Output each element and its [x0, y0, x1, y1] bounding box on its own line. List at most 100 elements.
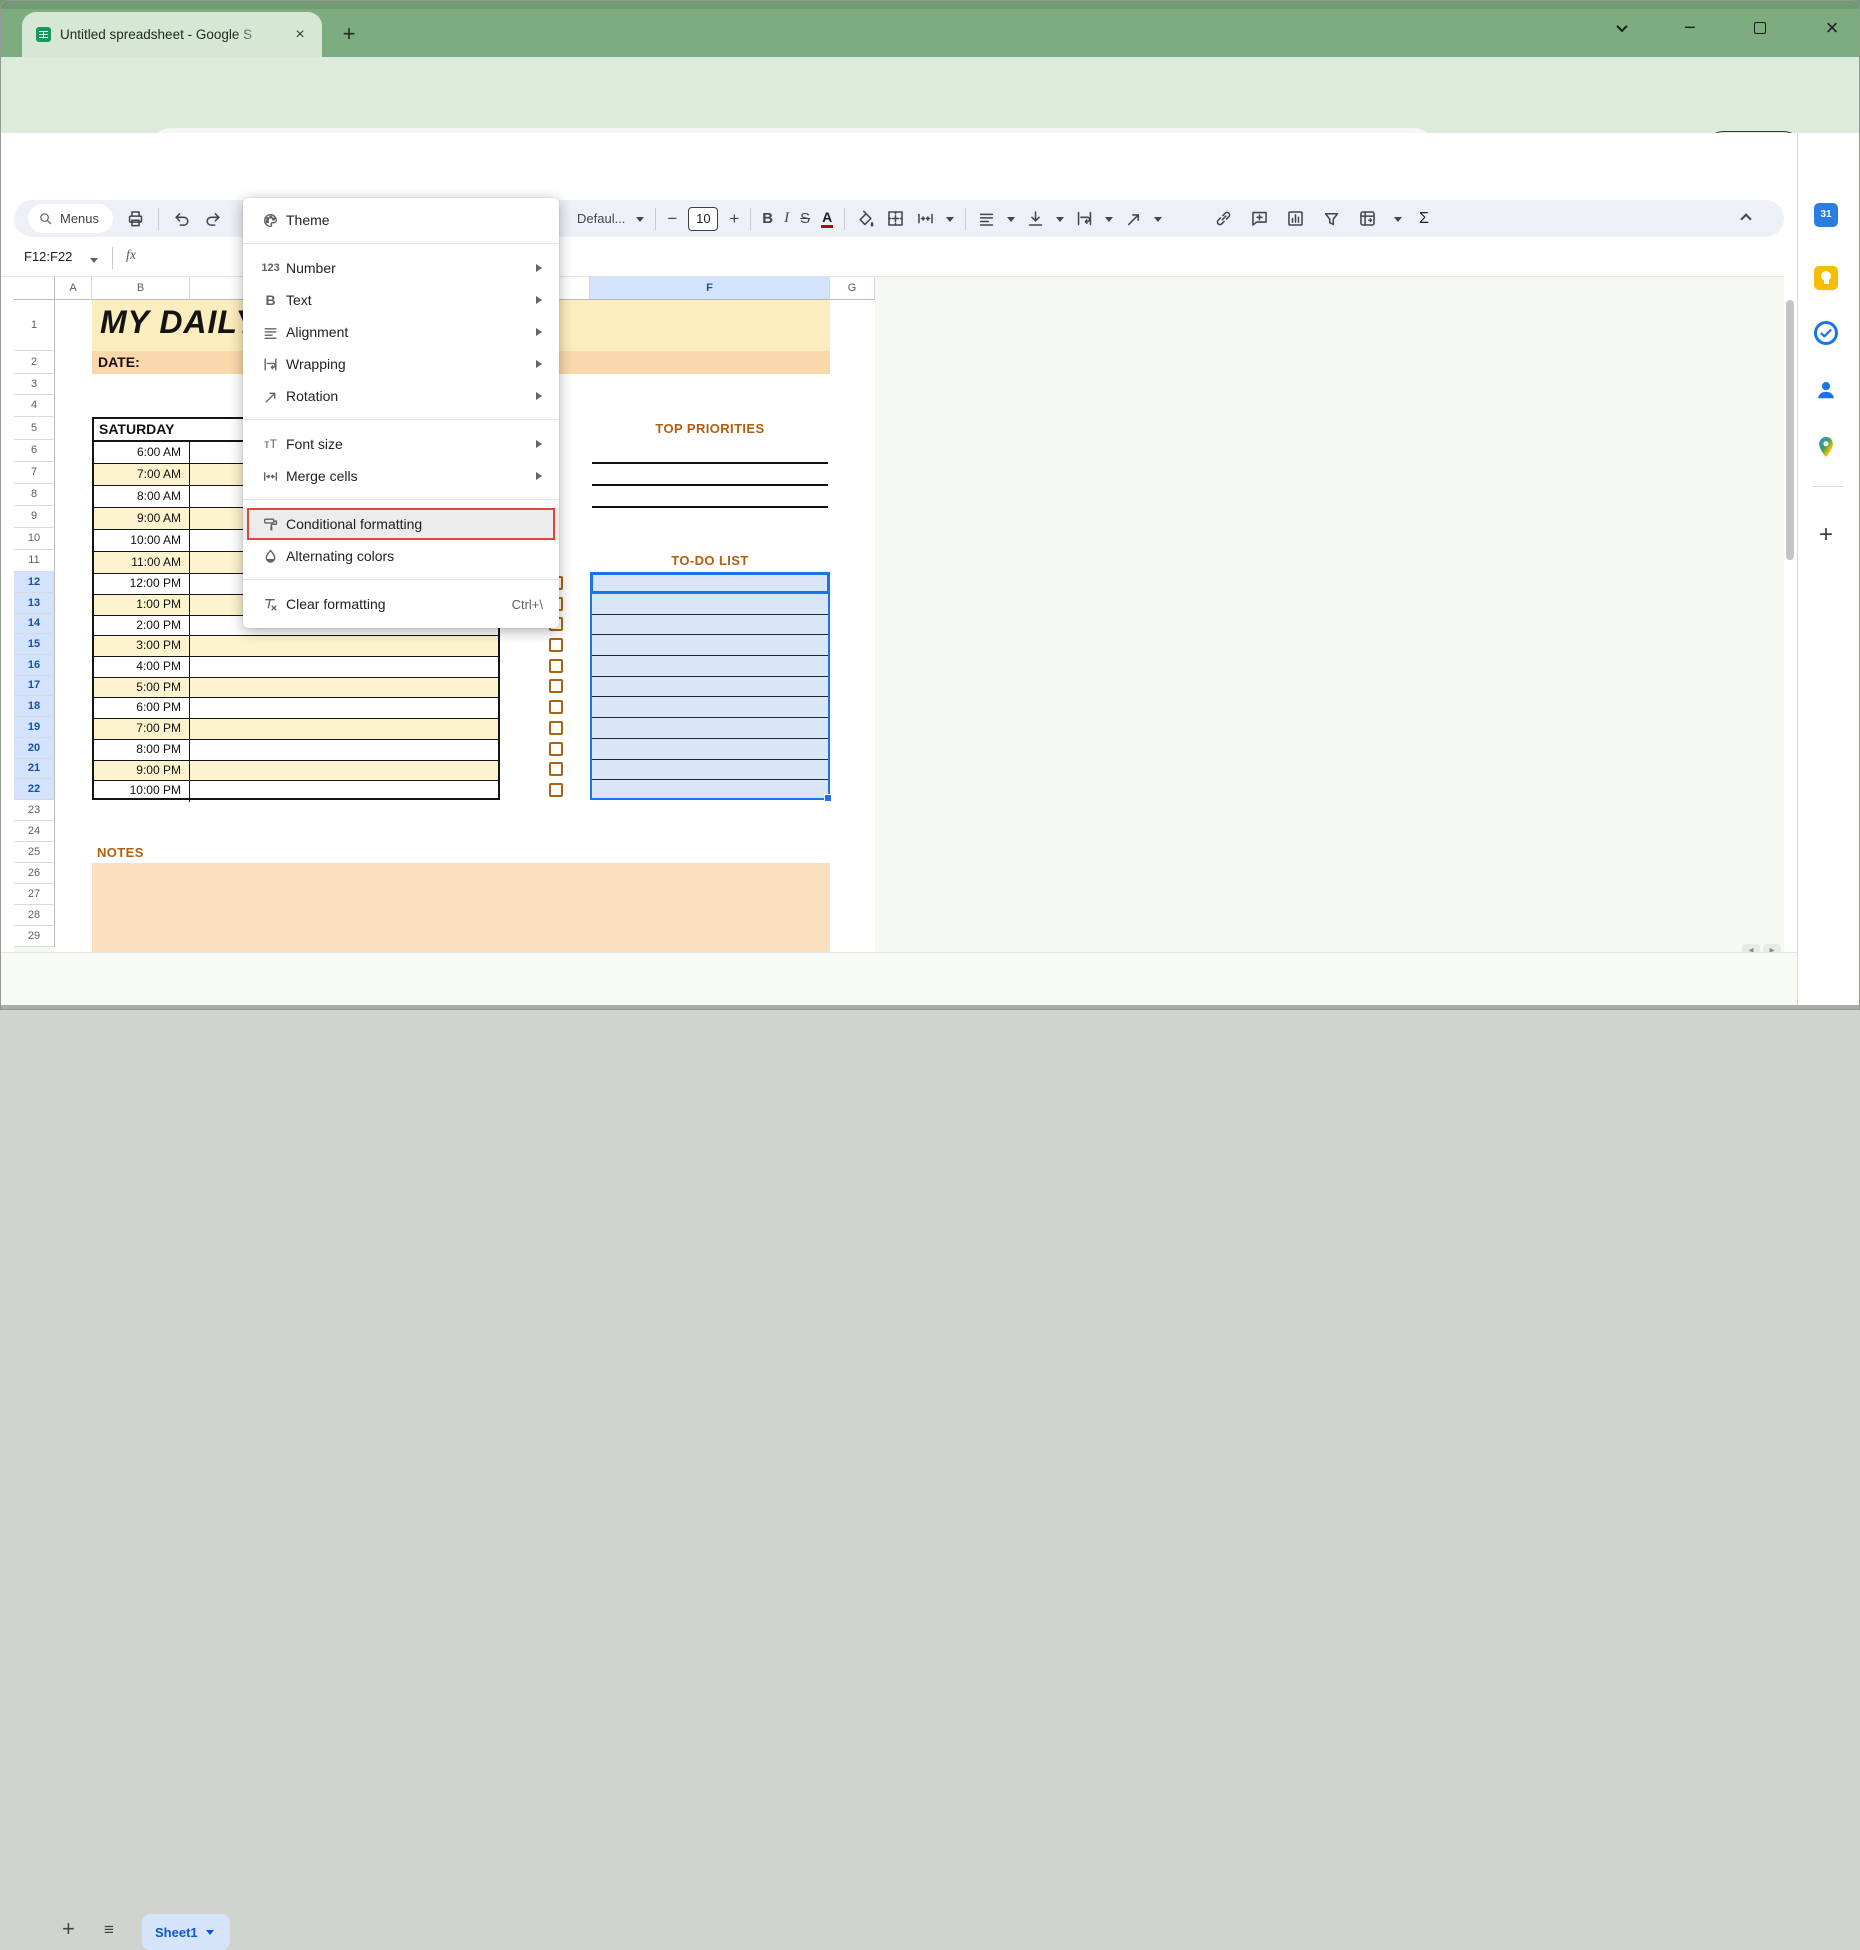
print-icon[interactable]	[126, 209, 145, 228]
todo-checkbox[interactable]	[549, 742, 563, 756]
text-rotation-icon[interactable]	[1124, 209, 1143, 228]
format-menu-item-alignment[interactable]: Alignment	[243, 316, 559, 348]
pivot-dropdown-icon[interactable]	[1394, 217, 1402, 226]
font-name-select[interactable]: Defaul...	[577, 211, 625, 226]
format-menu-item-clear-formatting[interactable]: Clear formattingCtrl+\	[243, 588, 559, 620]
increase-font-icon[interactable]: +	[729, 209, 739, 229]
format-menu-item-wrapping[interactable]: Wrapping	[243, 348, 559, 380]
time-cell[interactable]: 2:00 PM	[94, 616, 190, 635]
insert-link-icon[interactable]	[1214, 209, 1233, 228]
row-header-4[interactable]: 4	[14, 395, 55, 417]
merge-cells-icon[interactable]	[916, 209, 935, 228]
time-cell[interactable]: 9:00 AM	[94, 508, 190, 529]
column-header-B[interactable]: B	[92, 277, 190, 300]
name-box[interactable]: F12:F22	[24, 249, 72, 264]
row-header-22[interactable]: 22	[14, 779, 55, 800]
row-header-15[interactable]: 15	[14, 634, 55, 655]
functions-sigma-icon[interactable]: Σ	[1419, 210, 1429, 228]
rotation-dropdown-icon[interactable]	[1154, 217, 1162, 226]
priority-line[interactable]	[592, 484, 828, 486]
column-header-F[interactable]: F	[590, 277, 830, 300]
borders-icon[interactable]	[886, 209, 905, 228]
tab-close-icon[interactable]: ×	[290, 25, 310, 45]
new-tab-button[interactable]: +	[336, 22, 362, 48]
time-cell[interactable]: 10:00 PM	[94, 781, 190, 802]
schedule-row[interactable]: 7:00 PM	[94, 719, 498, 740]
window-close-button[interactable]: ×	[1814, 14, 1850, 42]
window-maximize-button[interactable]	[1742, 14, 1778, 42]
selection-fill-handle[interactable]	[824, 794, 832, 802]
column-header-G[interactable]: G	[830, 277, 875, 300]
todo-checkbox[interactable]	[549, 638, 563, 652]
row-header-2[interactable]: 2	[14, 351, 55, 374]
row-header-18[interactable]: 18	[14, 696, 55, 717]
font-size-input[interactable]: 10	[688, 207, 718, 231]
collapse-toolbar-icon[interactable]	[1740, 213, 1751, 224]
row-header-29[interactable]: 29	[14, 926, 55, 947]
select-all-corner[interactable]	[14, 277, 55, 300]
row-header-27[interactable]: 27	[14, 884, 55, 905]
time-cell[interactable]: 7:00 PM	[94, 719, 190, 739]
priority-line[interactable]	[592, 506, 828, 508]
time-cell[interactable]: 7:00 AM	[94, 464, 190, 485]
schedule-row[interactable]: 6:00 PM	[94, 698, 498, 719]
format-menu-item-theme[interactable]: Theme	[243, 204, 559, 236]
format-menu-item-rotation[interactable]: Rotation	[243, 380, 559, 412]
row-header-8[interactable]: 8	[14, 484, 55, 506]
window-minimize-button[interactable]: −	[1672, 14, 1708, 42]
get-add-ons-icon[interactable]: +	[1814, 523, 1838, 547]
redo-icon[interactable]	[204, 209, 223, 228]
time-cell[interactable]: 10:00 AM	[94, 530, 190, 551]
format-menu-item-number[interactable]: 123Number	[243, 252, 559, 284]
browser-tab[interactable]: Untitled spreadsheet - Google S ×	[22, 12, 322, 57]
insert-comment-icon[interactable]	[1250, 209, 1269, 228]
font-dropdown-icon[interactable]	[636, 217, 644, 226]
row-header-11[interactable]: 11	[14, 550, 55, 572]
row-header-20[interactable]: 20	[14, 738, 55, 759]
insert-chart-icon[interactable]	[1286, 209, 1305, 228]
row-header-10[interactable]: 10	[14, 528, 55, 550]
column-header-A[interactable]: A	[55, 277, 92, 300]
text-wrap-icon[interactable]	[1075, 209, 1094, 228]
italic-icon[interactable]: I	[784, 210, 789, 227]
row-header-9[interactable]: 9	[14, 506, 55, 528]
filter-icon[interactable]	[1322, 209, 1341, 228]
priority-line[interactable]	[592, 462, 828, 464]
menus-search-button[interactable]: Menus	[28, 204, 113, 233]
todo-checkbox[interactable]	[549, 679, 563, 693]
wrap-dropdown-icon[interactable]	[1105, 217, 1113, 226]
schedule-row[interactable]: 10:00 PM	[94, 781, 498, 802]
time-cell[interactable]: 8:00 PM	[94, 740, 190, 760]
schedule-row[interactable]: 3:00 PM	[94, 636, 498, 657]
keep-icon[interactable]	[1814, 266, 1838, 290]
row-header-17[interactable]: 17	[14, 676, 55, 696]
time-cell[interactable]: 11:00 AM	[94, 552, 190, 573]
schedule-row[interactable]: 4:00 PM	[94, 657, 498, 678]
todo-selected-range[interactable]	[590, 572, 830, 800]
todo-checkbox[interactable]	[549, 700, 563, 714]
decrease-font-icon[interactable]: −	[667, 209, 677, 229]
row-header-26[interactable]: 26	[14, 863, 55, 884]
row-header-23[interactable]: 23	[14, 800, 55, 821]
todo-checkbox[interactable]	[549, 721, 563, 735]
horizontal-align-icon[interactable]	[977, 209, 996, 228]
text-color-icon[interactable]: A	[821, 210, 833, 228]
format-menu-item-merge-cells[interactable]: Merge cells	[243, 460, 559, 492]
top-priorities-title-cell[interactable]: TOP PRIORITIES	[590, 421, 830, 436]
time-cell[interactable]: 4:00 PM	[94, 657, 190, 677]
todo-checkbox[interactable]	[549, 783, 563, 797]
active-cell-f12[interactable]	[590, 572, 830, 594]
vertical-scrollbar[interactable]	[1786, 300, 1794, 560]
row-header-5[interactable]: 5	[14, 417, 55, 440]
undo-icon[interactable]	[172, 209, 191, 228]
row-header-12[interactable]: 12	[14, 572, 55, 593]
time-cell[interactable]: 5:00 PM	[94, 678, 190, 697]
schedule-row[interactable]: 9:00 PM	[94, 761, 498, 781]
todo-checkbox[interactable]	[549, 762, 563, 776]
row-header-16[interactable]: 16	[14, 655, 55, 676]
notes-title-cell[interactable]: NOTES	[97, 845, 144, 860]
name-box-dropdown-icon[interactable]	[90, 258, 98, 267]
row-header-1[interactable]: 1	[14, 300, 55, 351]
format-menu-item-alternating-colors[interactable]: Alternating colors	[243, 540, 559, 572]
time-cell[interactable]: 12:00 PM	[94, 574, 190, 594]
